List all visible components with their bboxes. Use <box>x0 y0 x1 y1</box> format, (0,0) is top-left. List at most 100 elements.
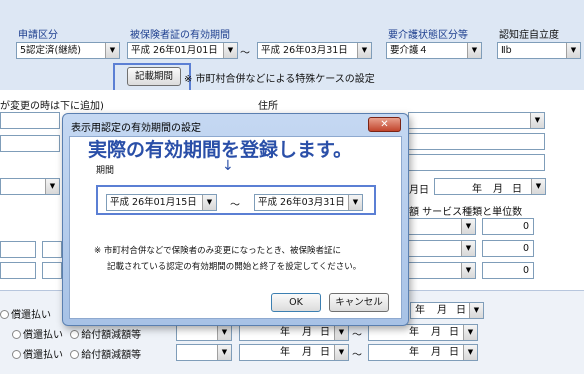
dialog-tilde: 〜 <box>230 200 240 211</box>
dementia-value: Ⅱb <box>501 45 512 56</box>
annotation-text: 実際の有効期間を登録します。 <box>88 139 353 161</box>
ok-button[interactable]: OK <box>271 293 321 312</box>
address-input-3[interactable] <box>408 154 545 171</box>
annotation-arrow-icon: ↓ <box>222 158 234 174</box>
care-level-value: 要介護４ <box>390 45 429 56</box>
cancel-button[interactable]: キャンセル <box>329 293 389 312</box>
close-icon[interactable]: ✕ <box>368 117 401 132</box>
period-start-value: 平成 26年01月01日 <box>131 45 218 56</box>
month-label: 月 <box>431 327 441 338</box>
units-input-1[interactable]: 0 <box>482 218 534 235</box>
dropdown-arrow-icon: ▼ <box>217 325 231 340</box>
dropdown-arrow-icon: ▼ <box>566 43 580 58</box>
left-input-4[interactable] <box>42 262 62 279</box>
dialog-note-line1: ※ 市町村合併などで保険者のみ変更になったとき、被保険者証に <box>94 246 342 256</box>
period-start-select[interactable]: 平成 26年01月01日 ▼ <box>127 42 238 59</box>
payment-row-1: 償還払い <box>0 306 51 321</box>
month-label: 月 <box>302 347 312 358</box>
special-case-note: ※ 市町村合併などによる特殊ケースの設定 <box>184 74 375 85</box>
period-label: 期間 <box>96 166 115 176</box>
dropdown-arrow-icon: ▼ <box>530 113 544 128</box>
year-label: 年 <box>409 347 419 358</box>
reduction-select-2[interactable]: ▼ <box>176 324 232 341</box>
radio-icon[interactable] <box>0 310 9 319</box>
field-select-2[interactable]: ▼ <box>0 178 60 195</box>
payment-row-3: 償還払い 給付額減額等 <box>0 346 141 361</box>
dropdown-arrow-icon: ▼ <box>461 263 475 278</box>
name-input[interactable] <box>0 112 60 129</box>
units-input-3[interactable]: 0 <box>482 262 534 279</box>
dialog-start-select[interactable]: 平成 26年01月15日 ▼ <box>106 194 217 211</box>
dropdown-arrow-icon: ▼ <box>334 325 348 340</box>
year-label: 年 <box>280 347 290 358</box>
date-to-1[interactable]: 年 月 日 ▼ <box>410 302 484 319</box>
left-input-3[interactable] <box>0 262 36 279</box>
dialog-title: 表示用認定の有効期間の設定 <box>71 123 201 134</box>
insurance-period-label: 被保険者証の有効期間 <box>130 30 230 41</box>
dropdown-arrow-icon: ▼ <box>357 43 371 58</box>
month-label: 月 <box>431 347 441 358</box>
left-input-1[interactable] <box>0 241 36 258</box>
application-type-value: 5認定済(継続) <box>20 45 81 56</box>
units-input-2[interactable]: 0 <box>482 240 534 257</box>
year-label: 年 <box>472 184 482 195</box>
change-note: が変更の時は下に追加) <box>0 101 104 112</box>
month-label: 月 <box>302 327 312 338</box>
service-select-3[interactable]: ▼ <box>408 262 476 279</box>
dialog-end-select[interactable]: 平成 26年03月31日 ▼ <box>254 194 363 211</box>
register-period-button[interactable]: 記載期間 <box>127 67 181 86</box>
dropdown-arrow-icon: ▼ <box>461 219 475 234</box>
payment-row-2: 償還払い 給付額減額等 <box>0 326 141 341</box>
range-tilde: 〜 <box>352 330 362 341</box>
left-input-2[interactable] <box>42 241 62 258</box>
period-end-value: 平成 26年03月31日 <box>261 45 348 56</box>
period-end-select[interactable]: 平成 26年03月31日 ▼ <box>257 42 372 59</box>
dialog-end-value: 平成 26年03月31日 <box>258 197 345 208</box>
date-suffix: 月日 <box>409 185 429 196</box>
field-input-1[interactable] <box>0 135 60 152</box>
reduction-select-3[interactable]: ▼ <box>176 344 232 361</box>
dropdown-arrow-icon: ▼ <box>348 195 362 210</box>
date-to-2[interactable]: 年 月 日 ▼ <box>368 324 478 341</box>
day-label: 日 <box>512 184 522 195</box>
option-reimbursement: 償還払い <box>11 310 51 321</box>
period-settings-dialog: 表示用認定の有効期間の設定 ✕ 実際の有効期間を登録します。 ↓ 期間 平成 2… <box>62 113 409 326</box>
date-select[interactable]: 年 月 日 ▼ <box>434 178 546 195</box>
day-label: 日 <box>456 305 466 316</box>
month-label: 月 <box>437 305 447 316</box>
dropdown-arrow-icon: ▼ <box>334 345 348 360</box>
dementia-label: 認知症自立度 <box>499 30 559 41</box>
dropdown-arrow-icon: ▼ <box>469 303 483 318</box>
radio-icon[interactable] <box>12 350 21 359</box>
month-label: 月 <box>493 184 503 195</box>
address-label: 住所 <box>258 101 278 112</box>
address-select[interactable]: ▼ <box>408 112 545 129</box>
date-from-2[interactable]: 年 月 日 ▼ <box>239 324 349 341</box>
dropdown-arrow-icon: ▼ <box>202 195 216 210</box>
day-label: 日 <box>449 347 459 358</box>
dropdown-arrow-icon: ▼ <box>461 241 475 256</box>
care-level-select[interactable]: 要介護４ ▼ <box>386 42 482 59</box>
date-from-3[interactable]: 年 月 日 ▼ <box>239 344 349 361</box>
period-tilde: 〜 <box>240 48 250 59</box>
service-type-label: 額 サービス種類と単位数 <box>409 207 523 218</box>
service-select-2[interactable]: ▼ <box>408 240 476 257</box>
dementia-select[interactable]: Ⅱb ▼ <box>497 42 581 59</box>
year-label: 年 <box>409 327 419 338</box>
application-type-select[interactable]: 5認定済(継続) ▼ <box>16 42 120 59</box>
day-label: 日 <box>320 347 330 358</box>
radio-icon[interactable] <box>70 350 80 359</box>
service-select-1[interactable]: ▼ <box>408 218 476 235</box>
option-benefit-reduction: 給付額減額等 <box>81 330 142 341</box>
dialog-note-line2: 記載されている認定の有効期間の開始と終了を設定してください。 <box>107 262 362 272</box>
radio-icon[interactable] <box>12 330 21 339</box>
dropdown-arrow-icon: ▼ <box>467 43 481 58</box>
dropdown-arrow-icon: ▼ <box>217 345 231 360</box>
day-label: 日 <box>320 327 330 338</box>
address-input-2[interactable] <box>408 133 545 150</box>
date-to-3[interactable]: 年 月 日 ▼ <box>368 344 478 361</box>
application-type-label: 申請区分 <box>18 30 58 41</box>
dropdown-arrow-icon: ▼ <box>223 43 237 58</box>
radio-icon[interactable] <box>70 330 80 339</box>
day-label: 日 <box>449 327 459 338</box>
